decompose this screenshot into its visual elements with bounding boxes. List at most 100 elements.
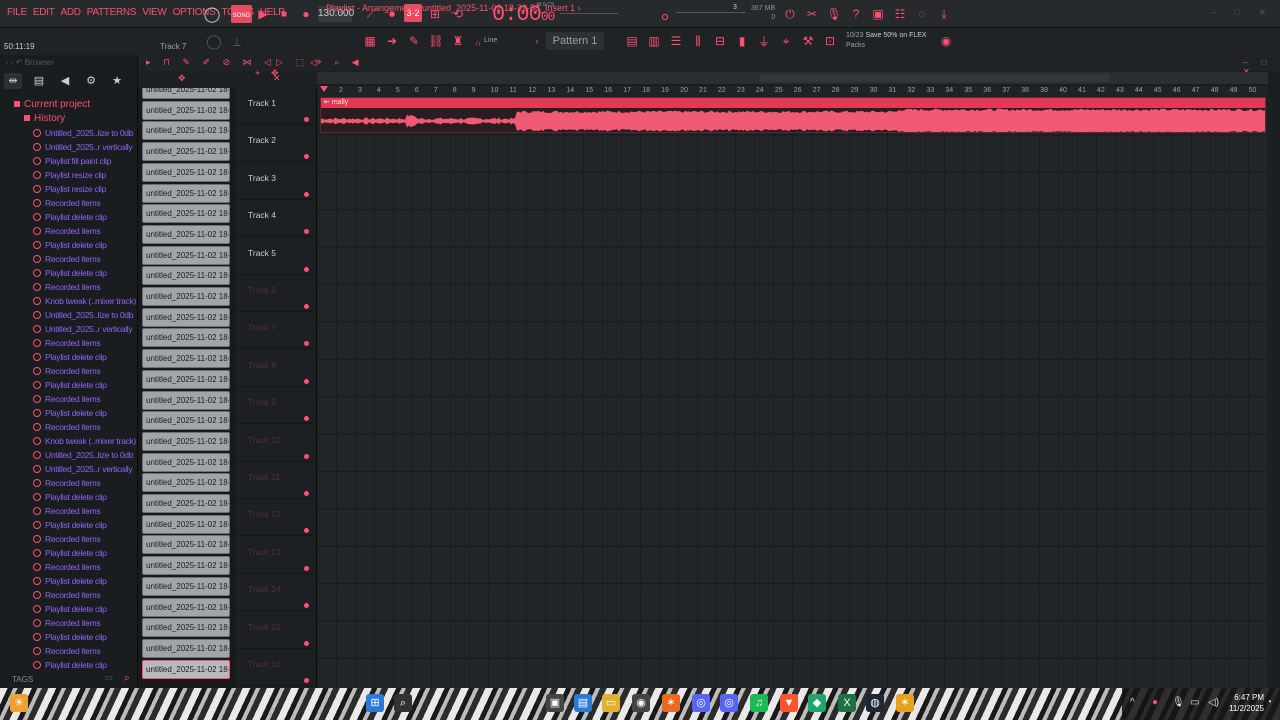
pattern-add-icon[interactable]: ✥ (178, 73, 186, 84)
history-item[interactable]: Recorded items (0, 364, 137, 378)
flex-icon[interactable]: ◉ (937, 32, 955, 50)
plugins-tab-icon[interactable]: ⚙ (82, 73, 100, 89)
obs-icon[interactable]: ◉ (632, 694, 650, 712)
history-item[interactable]: Playlist resize clip (0, 168, 137, 182)
track-header[interactable]: Track 6 (236, 275, 316, 312)
history-item[interactable]: Playlist delete clip (0, 630, 137, 644)
zoom-icon[interactable]: ✥ (271, 68, 279, 79)
history-item[interactable]: Knob tweak (..mixer track) (0, 294, 137, 308)
history-item[interactable]: Playlist fill paint clip (0, 154, 137, 168)
microphone-icon[interactable]: 🎙 (825, 5, 843, 23)
pattern-clip-item[interactable]: untitled_2025-11-02 18-... (142, 431, 230, 451)
timeline-ruler[interactable]: 2 3 4 5 6 7 8 9 10 11 12 13 14 15 16 17 18 19 20 21 22 23 24 25… (317, 86, 1268, 97)
pattern-clip-item[interactable]: untitled_2025-11-02 18-... (142, 121, 230, 141)
track-mute-led[interactable] (304, 191, 309, 197)
track-mute-led[interactable] (304, 565, 309, 571)
pattern-clip-item[interactable]: untitled_2025-11-02 18-... (142, 390, 230, 410)
folder-icon[interactable]: ▭ (104, 672, 113, 683)
history-item[interactable]: Recorded items (0, 196, 137, 210)
mixer-icon[interactable]: ☷ (891, 5, 909, 23)
pattern-clip-item[interactable]: untitled_2025-11-02 18-... (142, 349, 230, 369)
track-header[interactable]: Track 14 (236, 574, 316, 612)
history-item[interactable]: Recorded items (0, 224, 137, 238)
history-item[interactable]: Recorded items (0, 644, 137, 658)
pattern-clip-item[interactable]: untitled_2025-11-02 18-... (142, 494, 230, 513)
track-header[interactable]: Track 8 (236, 350, 316, 387)
song-mode-button[interactable]: SONG (231, 5, 252, 23)
history-item[interactable]: Recorded items (0, 252, 137, 266)
volume-icon[interactable]: ◁) (1208, 697, 1219, 708)
track-header[interactable]: Track 10 (236, 425, 316, 462)
track-mute-led[interactable] (304, 603, 309, 609)
track-mute-led[interactable] (304, 154, 309, 160)
tray-app-icon[interactable]: ● (1152, 697, 1158, 708)
track-mute-led[interactable] (304, 491, 309, 496)
pattern-clip-item[interactable]: untitled_2025-11-02 18-... (142, 142, 230, 162)
pattern-clip-item[interactable]: untitled_2025-11-02 18-... (142, 328, 230, 348)
pattern-clip-item[interactable]: untitled_2025-11-02 18-... (142, 307, 230, 327)
history-item[interactable]: Playlist delete clip (0, 574, 137, 588)
track-mute-led[interactable] (304, 304, 309, 309)
menu-file[interactable]: FILE (4, 7, 30, 18)
snap-mode[interactable]: Line (484, 37, 497, 44)
flex-promo[interactable]: 10/23 Save 50% on FLEX Packs (846, 31, 927, 51)
undo-history-icon[interactable]: ⏻ (781, 5, 799, 23)
template-icon[interactable]: ⊡ (821, 32, 839, 50)
history-item[interactable]: Playlist delete clip (0, 406, 137, 420)
track-header[interactable]: Track 9 (236, 387, 316, 425)
arrow-right-icon[interactable]: ➜ (383, 32, 401, 50)
history-item[interactable]: Recorded items (0, 504, 137, 518)
history-item[interactable]: Knob tweak (..mixer track) (0, 434, 137, 448)
pattern-clip-item[interactable]: untitled_2025-11-02 18-... (142, 638, 230, 658)
record-icon[interactable]: ● (297, 5, 315, 23)
menu-edit[interactable]: EDIT (30, 7, 58, 18)
stop-icon[interactable]: ■ (275, 5, 293, 23)
playlist-menu-icon[interactable]: ◁ (310, 57, 317, 68)
history-item[interactable]: Playlist delete clip (0, 238, 137, 252)
fl-studio2-icon[interactable]: ✶ (896, 694, 914, 712)
cut-icon[interactable]: ✂ (803, 5, 821, 23)
history-item[interactable]: Recorded items (0, 588, 137, 602)
track-header[interactable]: Track 7 (236, 312, 316, 350)
track-mute-led[interactable] (304, 117, 309, 122)
history-item[interactable]: Playlist delete clip (0, 602, 137, 616)
all-tab-icon[interactable]: ⇹ (4, 73, 22, 89)
main-knob[interactable]: ◯ (205, 32, 223, 50)
history-item[interactable]: Untitled_2025..r vertically (0, 140, 137, 154)
mic-tray-icon[interactable]: 🎙 (1172, 697, 1185, 708)
history-item[interactable]: Playlist resize clip (0, 182, 137, 196)
start-icon[interactable]: ⊞ (366, 694, 384, 712)
search-icon[interactable]: ⌕ (124, 672, 130, 685)
history-item[interactable]: Recorded items (0, 560, 137, 574)
pattern-clip-item[interactable]: untitled_2025-11-02 18-... (142, 183, 230, 203)
brave-icon[interactable]: ▼ (780, 694, 798, 712)
pattern-arrow-icon[interactable]: › (528, 32, 546, 50)
speaker-tab-icon[interactable]: ◀ (56, 73, 74, 89)
pattern-clip-item[interactable]: untitled_2025-11-02 18-... (142, 576, 230, 596)
track-mute-led[interactable] (304, 266, 309, 272)
history-item[interactable]: Recorded items (0, 532, 137, 546)
history-item[interactable]: Untitled_2025..lize to 0db (0, 308, 137, 322)
save-icon[interactable]: ▣ (869, 5, 887, 23)
track-header[interactable]: Track 12 (236, 499, 316, 537)
playlist-tools[interactable]: ▸ ⊓ ✎ ✐ ⊘ ⋈ ◁▷ ⬚ ⌖ ⌕ ◀ (146, 57, 364, 68)
menu-view[interactable]: VIEW (139, 7, 169, 18)
pattern-clip-item[interactable]: untitled_2025-11-02 18-... (142, 618, 230, 638)
master-volume-slider[interactable] (560, 13, 618, 14)
help-icon[interactable]: ? (847, 5, 865, 23)
browser-icon[interactable]: ⊟ (711, 32, 729, 50)
mixer-window-icon[interactable]: ⫼ (689, 32, 707, 50)
pattern-selector[interactable]: Pattern 1 (546, 32, 604, 50)
add-track-icon[interactable]: + (255, 68, 260, 78)
search-taskbar-icon[interactable]: ⌕ (394, 694, 412, 712)
task-view-icon[interactable]: ▣ (546, 694, 564, 712)
track-mute-led[interactable] (304, 453, 309, 459)
chat-icon[interactable]: ◌ (913, 5, 931, 23)
weather-icon[interactable]: ☀ (10, 694, 28, 712)
history-item[interactable]: Playlist delete clip (0, 546, 137, 560)
pin-icon[interactable]: ⟂ (228, 33, 246, 51)
network-icon[interactable]: ▭ (1190, 697, 1199, 708)
history-item[interactable]: Recorded items (0, 336, 137, 350)
track-mute-led[interactable] (304, 378, 309, 384)
steam-icon[interactable]: ◍ (866, 694, 884, 712)
